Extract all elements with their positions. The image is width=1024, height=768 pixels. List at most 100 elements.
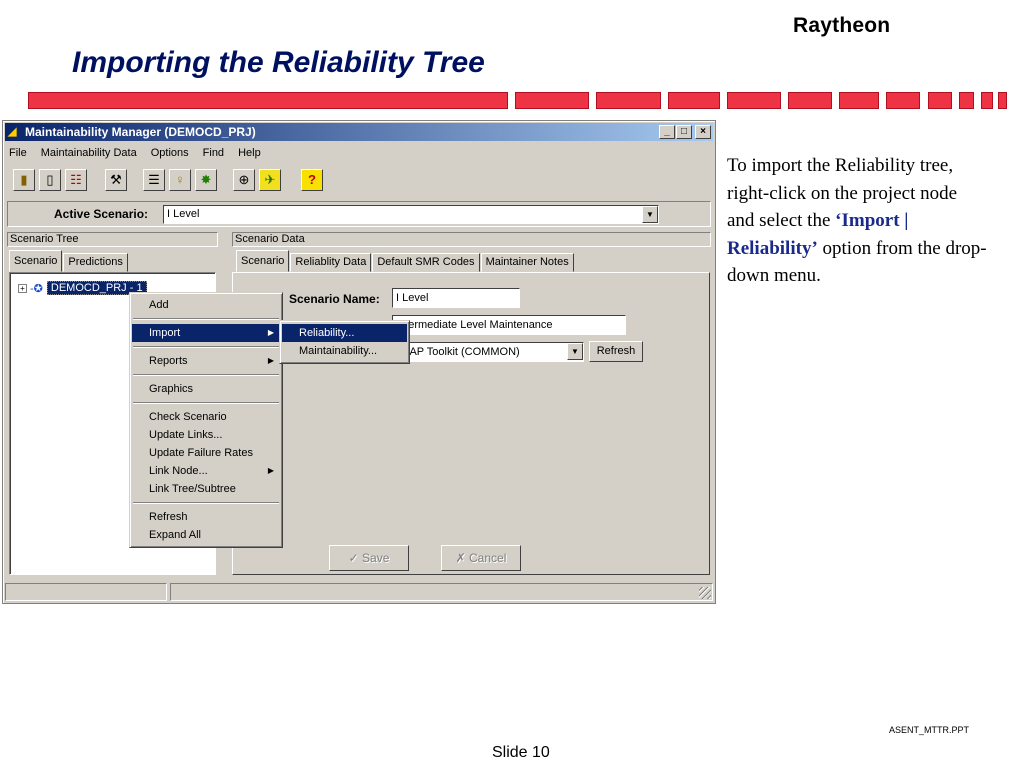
menu-item-label: Graphics [149, 383, 194, 395]
close-button[interactable]: × [695, 125, 711, 139]
menu-separator [133, 318, 279, 320]
red-bar-segment [886, 92, 920, 109]
minimize-button[interactable]: _ [659, 125, 675, 139]
window-title: Maintainability Manager (DEMOCD_PRJ) [25, 125, 256, 139]
checkmark-icon: ✓ [348, 551, 363, 565]
menu-item-graphics[interactable]: Graphics [132, 380, 280, 398]
cancel-button[interactable]: ✗ Cancel [441, 545, 521, 571]
red-bar-segment [998, 92, 1007, 109]
menu-item-label: Import [149, 327, 181, 339]
menu-item-check-scenario[interactable]: Check Scenario [132, 408, 280, 426]
menu-item-link-tree[interactable]: Link Tree/Subtree [132, 480, 280, 498]
menu-item-link-node[interactable]: Link Node... ▶ [132, 462, 280, 480]
project-node-icon: -✪ [30, 282, 43, 295]
window-titlebar[interactable]: ◢ Maintainability Manager (DEMOCD_PRJ) _… [5, 123, 713, 141]
status-cell [5, 583, 167, 601]
refresh-button[interactable]: Refresh [589, 341, 643, 362]
project-node[interactable]: + -✪ DEMOCD_PRJ - 1 [18, 281, 147, 295]
red-bar-segment [928, 92, 952, 109]
help-icon[interactable]: ? [301, 169, 323, 191]
tab-reliability-data[interactable]: Reliablity Data [290, 253, 372, 272]
submenu-arrow-icon: ▶ [267, 466, 274, 475]
menu-item-label: Maintainability... [299, 345, 378, 357]
menu-item-reliability[interactable]: Reliability... [282, 324, 407, 342]
chevron-down-icon[interactable]: ▼ [642, 206, 658, 223]
import-submenu: Reliability... Maintainability... [279, 320, 410, 364]
toolkit-select-value: LSAP Toolkit (COMMON) [396, 346, 520, 358]
toolkit-select[interactable]: LSAP Toolkit (COMMON) ▼ [392, 342, 584, 362]
runner-icon[interactable]: ✈ [259, 169, 281, 191]
scenario-name-input[interactable]: I Level [392, 288, 520, 308]
tab-scenario[interactable]: Scenario [9, 250, 63, 272]
chevron-down-icon[interactable]: ▼ [567, 343, 583, 360]
status-bar [5, 583, 713, 601]
cancel-button-label: Cancel [469, 551, 507, 565]
menu-options[interactable]: Options [149, 146, 191, 164]
active-scenario-value: I Level [167, 208, 200, 220]
active-scenario-select[interactable]: I Level ▼ [163, 205, 659, 224]
active-scenario-row: Active Scenario: I Level ▼ [7, 201, 711, 227]
save-button-label: Save [362, 551, 390, 565]
menu-item-label: Reports [149, 355, 188, 367]
tab-maintainer-notes[interactable]: Maintainer Notes [480, 253, 574, 272]
lightbulb-icon[interactable]: ♀ [169, 169, 191, 191]
menu-separator [133, 346, 279, 348]
document-id: ASENT_MTTR.PPT [889, 725, 970, 735]
menu-item-refresh[interactable]: Refresh [132, 508, 280, 526]
menu-separator [133, 374, 279, 376]
tools-icon[interactable]: ⚒ [105, 169, 127, 191]
menu-item-maintainability[interactable]: Maintainability... [282, 342, 407, 360]
submenu-arrow-icon: ▶ [267, 328, 274, 337]
cancel-x-icon: ✗ [455, 551, 470, 565]
red-bar-segment [28, 92, 508, 109]
menu-item-import[interactable]: Import ▶ [132, 324, 280, 342]
menu-item-label: Add [149, 299, 169, 311]
scenario-data-header: Scenario Data [232, 232, 711, 247]
scenario-data-tabs: Scenario Reliablity Data Default SMR Cod… [236, 250, 575, 272]
list-icon[interactable]: ☰ [143, 169, 165, 191]
menu-item-add[interactable]: Add [132, 296, 280, 314]
menu-separator [133, 402, 279, 404]
new-doc-icon[interactable]: ▯ [39, 169, 61, 191]
instruction-caption: To import the Reliability tree, right-cl… [727, 152, 987, 290]
red-bar-segment [727, 92, 781, 109]
menu-item-label: Expand All [149, 529, 201, 541]
slide-number: Slide 10 [492, 744, 550, 761]
menu-item-reports[interactable]: Reports ▶ [132, 352, 280, 370]
menu-file[interactable]: File [7, 146, 29, 164]
red-bar-segment [668, 92, 720, 109]
slide-title: Importing the Reliability Tree [72, 46, 485, 79]
menu-find[interactable]: Find [201, 146, 226, 164]
resize-grip-icon[interactable] [699, 587, 711, 599]
menu-item-expand-all[interactable]: Expand All [132, 526, 280, 544]
red-bar-segment [981, 92, 993, 109]
tab-predictions[interactable]: Predictions [63, 253, 128, 272]
menu-item-update-failure-rates[interactable]: Update Failure Rates [132, 444, 280, 462]
expand-icon[interactable]: + [18, 283, 27, 293]
red-bar-segment [515, 92, 589, 109]
tab-default-smr-codes[interactable]: Default SMR Codes [372, 253, 480, 272]
scenario-description-input[interactable]: Intermediate Level Maintenance [392, 315, 626, 335]
menu-bar: File Maintainability Data Options Find H… [7, 146, 263, 164]
book-icon[interactable]: ▮ [13, 169, 35, 191]
tab-scenario-data[interactable]: Scenario [236, 250, 290, 272]
menu-help[interactable]: Help [236, 146, 263, 164]
menu-item-label: Reliability... [299, 327, 355, 339]
menu-item-label: Refresh [149, 511, 188, 523]
wizard-icon[interactable]: ✸ [195, 169, 217, 191]
node-context-menu: Add Import ▶ Reports ▶ Graphics Check Scen… [129, 292, 283, 548]
zoom-icon[interactable]: ⊕ [233, 169, 255, 191]
raytheon-logo: Raytheon [793, 14, 891, 37]
menu-item-label: Check Scenario [149, 411, 227, 423]
app-icon: ◢ [8, 126, 17, 138]
red-bar-segment [788, 92, 832, 109]
maximize-button[interactable]: □ [676, 125, 692, 139]
menu-maintainability-data[interactable]: Maintainability Data [39, 146, 139, 164]
save-button[interactable]: ✓ Save [329, 545, 409, 571]
scenario-tree-tabs: Scenario Predictions [9, 250, 129, 272]
red-bar-segment [596, 92, 661, 109]
scenario-data-panel: Scenario Name: I Level Intermediate Leve… [232, 272, 710, 575]
tree-icon[interactable]: ☷ [65, 169, 87, 191]
menu-item-label: Link Node... [149, 465, 208, 477]
menu-item-update-links[interactable]: Update Links... [132, 426, 280, 444]
